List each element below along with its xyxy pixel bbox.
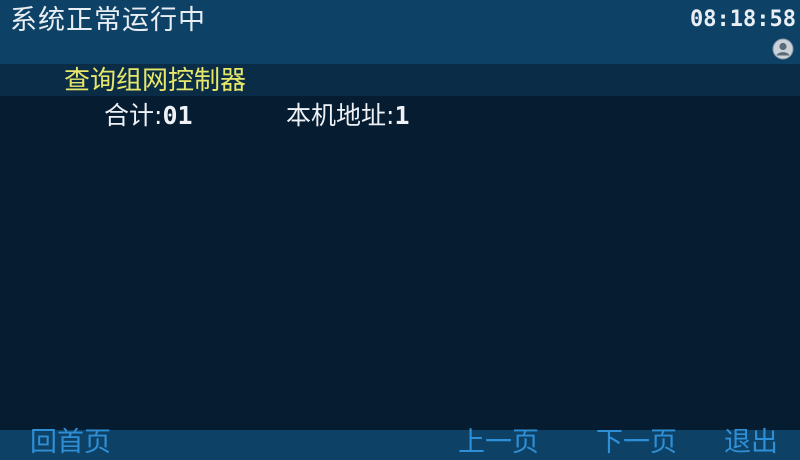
exit-button[interactable]: 退出	[724, 426, 778, 460]
total-count: 合计:01	[104, 100, 193, 132]
previous-page-button[interactable]: 上一页	[458, 426, 539, 460]
page-title: 查询组网控制器	[64, 66, 247, 96]
user-circle-icon	[772, 38, 794, 60]
address-label: 本机地址:	[286, 101, 395, 130]
address-value: 1	[394, 101, 410, 130]
total-value: 01	[162, 101, 193, 130]
clock: 08:18:58	[690, 7, 796, 32]
local-address: 本机地址:1	[286, 100, 410, 132]
total-label: 合计:	[104, 101, 163, 130]
system-status-text: 系统正常运行中	[10, 5, 206, 36]
nav-bar	[0, 430, 800, 460]
next-page-button[interactable]: 下一页	[596, 426, 677, 460]
status-bar: 系统正常运行中 08:18:58	[0, 0, 800, 64]
controller-screen: 系统正常运行中 08:18:58 查询组网控制器 合计:01 本机地址:1 回首…	[0, 0, 800, 460]
home-button[interactable]: 回首页	[30, 426, 111, 460]
